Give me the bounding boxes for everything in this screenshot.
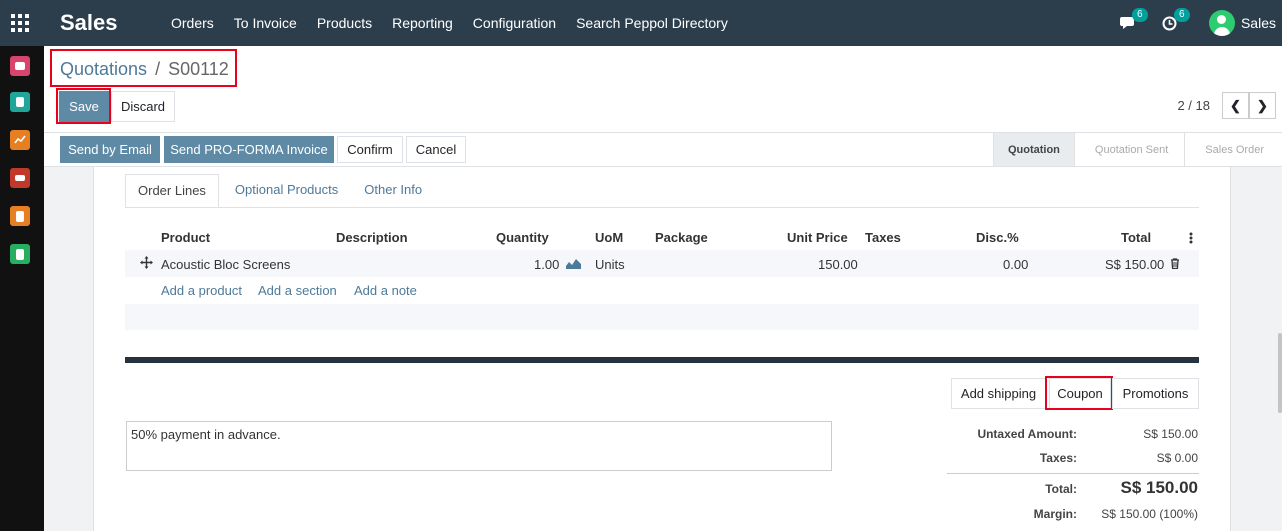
send-by-email-button[interactable]: Send by Email [60, 136, 160, 163]
cell-total: S$ 150.00 [1105, 257, 1165, 272]
forecast-chart-icon[interactable] [566, 258, 581, 269]
column-discount[interactable]: Disc.% [976, 230, 1019, 245]
column-unit-price[interactable]: Unit Price [787, 230, 848, 245]
untaxed-amount-value: S$ 150.00 [1143, 427, 1198, 441]
pager-value[interactable]: 2 / 18 [1177, 98, 1210, 113]
column-description[interactable]: Description [336, 230, 408, 245]
chevron-left-icon: ❮ [1230, 97, 1241, 113]
menu-to-invoice[interactable]: To Invoice [224, 15, 307, 31]
confirm-button[interactable]: Confirm [337, 136, 403, 163]
column-product[interactable]: Product [161, 230, 210, 245]
column-taxes[interactable]: Taxes [865, 230, 901, 245]
untaxed-amount-label: Untaxed Amount: [977, 427, 1077, 441]
contacts-icon[interactable] [10, 92, 30, 112]
totals-divider [947, 473, 1199, 474]
trash-icon[interactable] [1170, 258, 1180, 269]
total-label: Total: [1045, 482, 1077, 496]
tab-order-lines[interactable]: Order Lines [125, 174, 219, 208]
promotions-button[interactable]: Promotions [1112, 378, 1199, 409]
optional-columns-icon[interactable] [1189, 232, 1193, 244]
activities-menu[interactable]: 6 [1162, 7, 1190, 31]
tab-other-info[interactable]: Other Info [350, 174, 434, 208]
column-uom[interactable]: UoM [595, 230, 623, 245]
status-stages: Quotation Quotation Sent Sales Order [992, 133, 1278, 166]
invoicing-icon[interactable] [10, 206, 30, 226]
scrollbar-thumb[interactable] [1278, 333, 1282, 413]
app-sidebar [0, 46, 44, 531]
column-total[interactable]: Total [1121, 230, 1151, 245]
column-quantity[interactable]: Quantity [496, 230, 549, 245]
send-proforma-button[interactable]: Send PRO-FORMA Invoice [164, 136, 334, 163]
menu-orders[interactable]: Orders [161, 15, 224, 31]
activities-count-badge: 6 [1173, 7, 1190, 22]
highlight-save [56, 88, 111, 124]
cell-unit-price[interactable]: 150.00 [818, 257, 858, 272]
highlight-coupon [1045, 376, 1113, 410]
tab-optional-products[interactable]: Optional Products [219, 174, 350, 208]
stage-quotation[interactable]: Quotation [992, 133, 1074, 166]
stage-quotation-sent[interactable]: Quotation Sent [1073, 133, 1184, 166]
cell-product[interactable]: Acoustic Bloc Screens [161, 257, 290, 272]
form-sheet [93, 167, 1231, 531]
notebook-tabs: Order Lines Optional Products Other Info [125, 174, 434, 208]
messages-count-badge: 6 [1131, 8, 1148, 22]
menu-search-peppol[interactable]: Search Peppol Directory [566, 15, 738, 31]
margin-label: Margin: [1033, 507, 1077, 521]
pager-next-button[interactable]: ❯ [1249, 92, 1276, 119]
add-product-link[interactable]: Add a product [161, 283, 242, 298]
cell-uom[interactable]: Units [595, 257, 625, 272]
menu-configuration[interactable]: Configuration [463, 15, 566, 31]
cancel-button[interactable]: Cancel [406, 136, 466, 163]
menu-products[interactable]: Products [307, 15, 382, 31]
taxes-label: Taxes: [1039, 451, 1077, 465]
column-package[interactable]: Package [655, 230, 708, 245]
app-title[interactable]: Sales [60, 10, 118, 36]
section-divider [125, 357, 1199, 363]
margin-value: S$ 150.00 (100%) [1101, 507, 1198, 521]
add-shipping-button[interactable]: Add shipping [951, 378, 1046, 409]
top-navbar: Sales Orders To Invoice Products Reporti… [0, 0, 1282, 46]
pager-previous-button[interactable]: ❮ [1222, 92, 1249, 119]
cell-discount[interactable]: 0.00 [1003, 257, 1028, 272]
add-section-link[interactable]: Add a section [258, 283, 337, 298]
highlight-breadcrumb [50, 49, 237, 87]
systray: 6 6 Sales [1119, 0, 1282, 46]
add-note-link[interactable]: Add a note [354, 283, 417, 298]
discuss-icon[interactable] [10, 56, 30, 76]
user-menu[interactable]: Sales [1208, 10, 1278, 36]
avatar [1208, 10, 1235, 36]
cell-quantity[interactable]: 1.00 [534, 257, 559, 272]
chevron-right-icon: ❯ [1257, 97, 1268, 113]
empty-table-row [125, 304, 1199, 330]
menu-reporting[interactable]: Reporting [382, 15, 463, 31]
terms-note-field[interactable]: 50% payment in advance. [126, 421, 832, 471]
tabs-divider [125, 207, 1199, 208]
stage-sales-order[interactable]: Sales Order [1184, 133, 1278, 166]
inventory-icon[interactable] [10, 168, 30, 188]
main-menu: Orders To Invoice Products Reporting Con… [161, 0, 738, 46]
control-panel: Quotations / S00112 Save Discard 2 / 18 … [44, 46, 1282, 133]
discard-button[interactable]: Discard [111, 91, 175, 122]
total-value: S$ 150.00 [1120, 478, 1198, 497]
documents-icon[interactable] [10, 244, 30, 264]
user-name: Sales [1240, 15, 1276, 31]
messages-menu[interactable]: 6 [1119, 8, 1148, 30]
form-statusbar: Send by Email Send PRO-FORMA Invoice Con… [44, 133, 1282, 167]
taxes-value: S$ 0.00 [1156, 451, 1198, 465]
apps-menu-icon[interactable] [11, 14, 29, 32]
drag-handle-icon[interactable] [140, 256, 153, 269]
crm-icon[interactable] [10, 130, 30, 150]
